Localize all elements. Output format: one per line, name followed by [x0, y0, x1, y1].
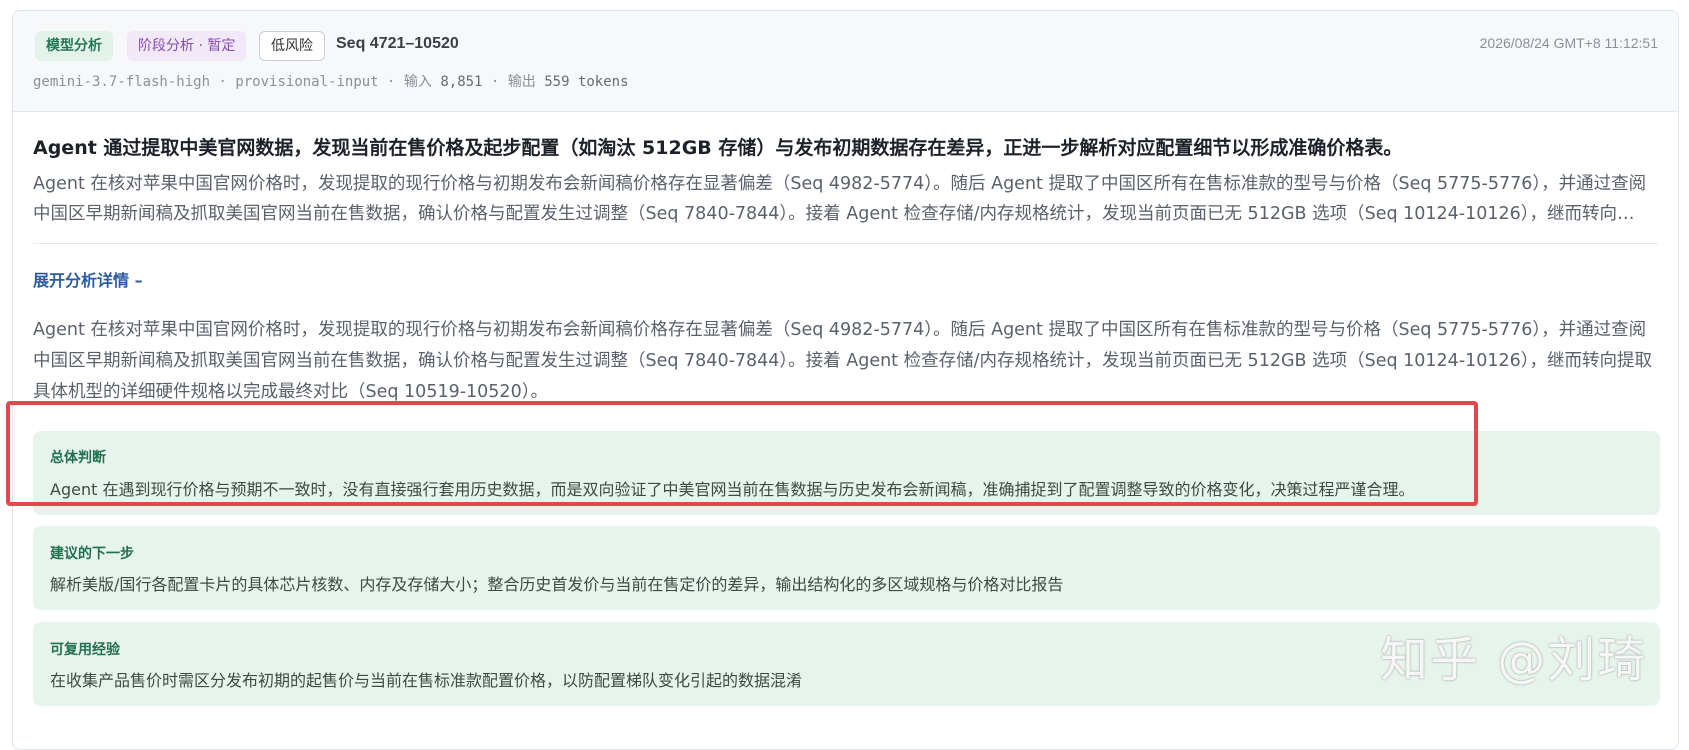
input-mode: provisional-input [235, 74, 379, 90]
next-step-title: 建议的下一步 [50, 546, 134, 562]
meta-line: gemini-3.7-flash-high · provisional-inpu… [33, 74, 629, 90]
divider [33, 243, 1658, 244]
input-token-count: 8,851 [440, 74, 483, 90]
analysis-summary: Agent 在核对苹果中国官网价格时，发现提取的现行价格与初期发布会新闻稿价格存… [33, 174, 1647, 224]
model-name: gemini-3.7-flash-high [33, 74, 211, 90]
watermark: 知乎 @刘琦 [1380, 632, 1648, 688]
stage-analysis-tag: 阶段分析 · 暂定 [127, 31, 247, 61]
overall-judgment-box: 总体判断 Agent 在遇到现行价格与预期不一致时，没有直接强行套用历史数据，而… [33, 431, 1660, 515]
next-step-box: 建议的下一步 解析美版/国行各配置卡片的具体芯片核数、内存及存储大小；整合历史首… [33, 526, 1660, 610]
overall-judgment-title: 总体判断 [50, 450, 106, 466]
analysis-detail: Agent 在核对苹果中国官网价格时，发现提取的现行价格与初期发布会新闻稿价格存… [33, 320, 1653, 402]
seq-range: Seq 4721–10520 [336, 35, 459, 52]
overall-judgment-text: Agent 在遇到现行价格与预期不一致时，没有直接强行套用历史数据，而是双向验证… [50, 480, 1415, 499]
expand-details-toggle[interactable]: 展开分析详情 – [33, 267, 143, 291]
reusable-experience-title: 可复用经验 [50, 642, 120, 658]
output-label: 输出 [507, 74, 536, 90]
output-token-count: 559 tokens [544, 74, 629, 90]
reusable-experience-text: 在收集产品售价时需区分发布初期的起售价与当前在售标准款配置价格，以防配置梯队变化… [50, 671, 803, 690]
card-header: 模型分析 阶段分析 · 暂定 低风险 Seq 4721–10520 2026/0… [13, 11, 1678, 112]
risk-level-badge: 低风险 [259, 31, 325, 61]
timestamp: 2026/08/24 GMT+8 11:12:51 [1479, 35, 1658, 51]
next-step-text: 解析美版/国行各配置卡片的具体芯片核数、内存及存储大小；整合历史首发价与当前在售… [50, 575, 1064, 594]
input-label: 输入 [403, 74, 432, 90]
analysis-headline: Agent 通过提取中美官网数据，发现当前在售价格及起步配置（如淘汰 512GB… [33, 137, 1403, 159]
model-analysis-tag: 模型分析 [35, 31, 113, 61]
